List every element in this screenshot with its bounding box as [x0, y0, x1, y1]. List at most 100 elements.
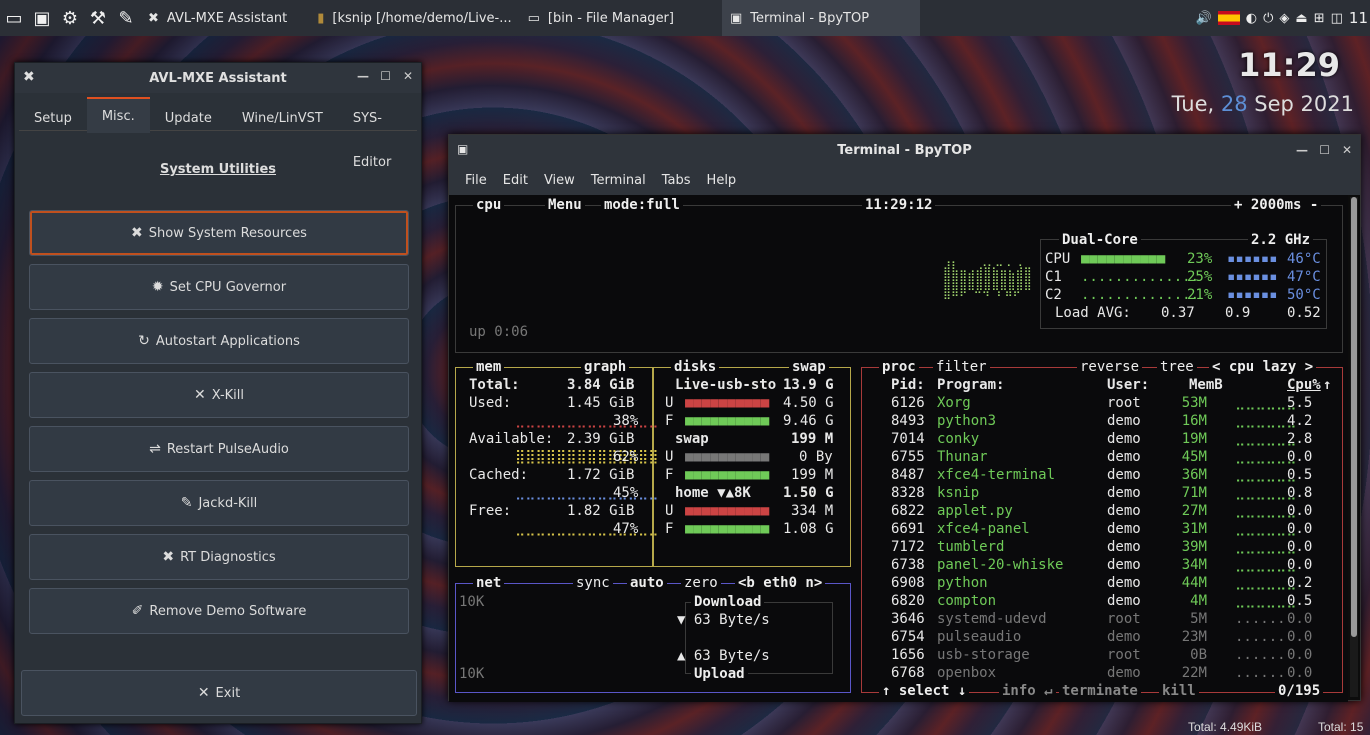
terminal-icon: ▣ — [457, 142, 469, 156]
battery-icon[interactable]: ◫ — [1331, 11, 1343, 26]
process-row[interactable]: 6768 openbox demo 22M 0.0...... — [449, 665, 1348, 683]
settings-gear-icon[interactable]: ⚙ — [56, 4, 84, 32]
proc-tree[interactable]: tree — [1157, 359, 1197, 375]
task-ksnip[interactable]: ▮ [ksnip [/home/demo/Live-... — [309, 0, 519, 36]
cpu-mode-label[interactable]: mode:full — [601, 197, 683, 213]
proc-info[interactable]: info ↵ — [999, 683, 1056, 699]
process-cpu-graph: ...... — [1235, 647, 1286, 663]
maximize-icon[interactable]: ☐ — [1319, 143, 1330, 157]
swap-toggle[interactable]: swap — [789, 359, 829, 375]
proc-sort[interactable]: < cpu lazy > — [1209, 359, 1317, 375]
process-cpu-graph: ⣀⣀⣀⣀⣀⣀ — [1235, 413, 1297, 429]
process-cpu-graph: ...... — [1235, 611, 1286, 627]
process-row[interactable]: 8493 python3 demo 16M 4.2 ⣀⣀⣀⣀⣀⣀ — [449, 413, 1348, 431]
rt-diagnostics-button[interactable]: ✖ RT Diagnostics — [29, 534, 409, 580]
terminal-scrollbar[interactable] — [1350, 197, 1358, 697]
terminal-content[interactable]: cpu Menu mode:full 11:29:12 + 2000ms - u… — [449, 195, 1348, 702]
network-icon[interactable]: ◐ — [1246, 11, 1257, 26]
tools-launcher-icon[interactable]: ⚒ — [84, 4, 112, 32]
process-row[interactable]: 6754 pulseaudio demo 23M 0.0...... — [449, 629, 1348, 647]
scrollbar-thumb[interactable] — [1351, 197, 1357, 637]
eject-icon[interactable]: ⏏ — [1295, 11, 1307, 26]
jackd-kill-button[interactable]: ✎ Jackd-Kill — [29, 480, 409, 526]
set-cpu-governor-button[interactable]: ✹ Set CPU Governor — [29, 264, 409, 310]
process-row[interactable]: 6908 python demo 44M 0.2 ⣀⣀⣀⣀⣀⣀ — [449, 575, 1348, 593]
menu-file[interactable]: File — [457, 173, 495, 188]
process-row[interactable]: 7172 tumblerd demo 39M 0.0 ⣀⣀⣀⣀⣀⣀ — [449, 539, 1348, 557]
process-row[interactable]: 8487 xfce4-terminal demo 36M 0.5 ⣀⣀⣀⣀⣀⣀ — [449, 467, 1348, 485]
desktop-clock: 11:29 — [1238, 46, 1340, 84]
autostart-applications-button[interactable]: ↻ Autostart Applications — [29, 318, 409, 364]
maximize-icon[interactable]: ☐ — [380, 69, 391, 83]
process-row[interactable]: 6820 compton demo 4M 0.5 ⣀⣀⣀⣀⣀⣀ — [449, 593, 1348, 611]
terminal-window: ▣ Terminal - BpyTOP — ☐ ✕ File Edit View… — [448, 134, 1361, 702]
process-cpu-graph: ...... — [1235, 629, 1286, 645]
minimize-icon[interactable]: — — [1296, 143, 1308, 157]
menu-edit[interactable]: Edit — [495, 173, 536, 188]
brush-icon[interactable]: ✎ — [112, 4, 140, 32]
mem-label[interactable]: mem — [473, 359, 505, 375]
exit-button[interactable]: ✕ Exit — [21, 670, 417, 716]
ksnip-icon: ▮ — [317, 10, 325, 26]
cpu-label[interactable]: cpu — [473, 197, 505, 213]
close-icon[interactable]: ✕ — [403, 69, 413, 83]
close-icon[interactable]: ✕ — [1342, 143, 1352, 157]
proc-filter[interactable]: filter — [933, 359, 990, 375]
section-title: System Utilities — [159, 162, 277, 177]
show-desktop-icon[interactable]: ▭ — [0, 4, 28, 32]
process-cpu-graph: ⣀⣀⣀⣀⣀⣀ — [1235, 539, 1297, 555]
process-row[interactable]: 7014 conky demo 19M 2.8 ⣀⣀⣀⣀⣀⣀ — [449, 431, 1348, 449]
remove-demo-software-button[interactable]: ✐ Remove Demo Software — [29, 588, 409, 634]
assistant-titlebar[interactable]: ✖ AVL-MXE Assistant — ☐ ✕ — [15, 63, 421, 93]
package-icon[interactable]: ◈ — [1279, 11, 1289, 26]
process-row[interactable]: 3646 systemd-udevd root 5M 0.0...... — [449, 611, 1348, 629]
gear-icon: ✹ — [151, 279, 164, 295]
process-row[interactable]: 6126 Xorg root 53M 5.5 ⣀⣀⣀⣀⣀⣀ — [449, 395, 1348, 413]
refresh-icon: ↻ — [138, 333, 150, 349]
process-cpu-graph: ...... — [1235, 665, 1286, 681]
cpu-clock: 11:29:12 — [862, 197, 936, 213]
process-row[interactable]: 6691 xfce4-panel demo 31M 0.0 ⣀⣀⣀⣀⣀⣀ — [449, 521, 1348, 539]
task-file-manager[interactable]: ▭ [bin - File Manager] — [520, 0, 682, 36]
menu-view[interactable]: View — [536, 173, 583, 188]
proc-kill[interactable]: kill — [1159, 683, 1199, 699]
x-kill-button[interactable]: ✕ X-Kill — [29, 372, 409, 418]
process-cpu-graph: ⣀⣀⣀⣀⣀⣀ — [1235, 485, 1297, 501]
mem-graph-toggle[interactable]: graph — [581, 359, 630, 375]
process-row[interactable]: 8328 ksnip demo 71M 0.8 ⣀⣀⣀⣀⣀⣀ — [449, 485, 1348, 503]
disks-label[interactable]: disks — [671, 359, 720, 375]
show-system-resources-button[interactable]: ✖ Show System Resources — [29, 210, 409, 256]
tab-update[interactable]: Update — [150, 97, 227, 133]
tools-icon: ✖ — [148, 10, 159, 26]
tab-setup[interactable]: Setup — [19, 97, 87, 133]
task-avl-assistant[interactable]: ✖ AVL-MXE Assistant — [140, 0, 295, 36]
update-icon[interactable]: ⊞ — [1314, 11, 1325, 26]
power-icon[interactable]: ⏻ — [1263, 11, 1273, 26]
tray-clock[interactable]: 11 — [1349, 9, 1368, 27]
cpu-menu-label[interactable]: Menu — [545, 197, 585, 213]
process-row[interactable]: 6738 panel-20-whiske demo 34M 0.0 ⣀⣀⣀⣀⣀⣀ — [449, 557, 1348, 575]
minimize-icon[interactable]: — — [357, 69, 369, 83]
restart-pulseaudio-button[interactable]: ⇌ Restart PulseAudio — [29, 426, 409, 472]
process-row[interactable]: 1656 usb-storage root 0B 0.0...... — [449, 647, 1348, 665]
process-row[interactable]: 6822 applet.py demo 27M 0.0 ⣀⣀⣀⣀⣀⣀ — [449, 503, 1348, 521]
tab-wine-linvst[interactable]: Wine/LinVST — [227, 97, 338, 133]
proc-header: Pid: Program: User: MemB Cpu% ↑ — [891, 377, 1332, 393]
menu-terminal[interactable]: Terminal — [583, 173, 654, 188]
terminal-titlebar[interactable]: ▣ Terminal - BpyTOP — ☐ ✕ — [449, 135, 1360, 165]
process-cpu-graph: ⣀⣀⣀⣀⣀⣀ — [1235, 431, 1297, 447]
app-menu-icon[interactable]: ▣ — [28, 4, 56, 32]
menu-help[interactable]: Help — [699, 173, 745, 188]
menu-tabs[interactable]: Tabs — [654, 173, 699, 188]
cpu-interval[interactable]: + 2000ms - — [1231, 197, 1322, 213]
process-row[interactable]: 6755 Thunar demo 45M 0.0 ⣀⣀⣀⣀⣀⣀ — [449, 449, 1348, 467]
proc-reverse[interactable]: reverse — [1077, 359, 1143, 375]
tab-misc[interactable]: Misc. — [86, 97, 150, 133]
volume-icon[interactable]: 🔊 — [1196, 11, 1212, 26]
tab-sys-editor[interactable]: SYS-Editor — [338, 97, 417, 170]
task-terminal[interactable]: ▣ Terminal - BpyTOP — [721, 0, 920, 36]
keyboard-layout-flag[interactable] — [1217, 11, 1240, 25]
proc-terminate[interactable]: terminate — [1059, 683, 1141, 699]
proc-select[interactable]: ↑ select ↓ — [879, 683, 970, 699]
proc-label[interactable]: proc — [879, 359, 919, 375]
